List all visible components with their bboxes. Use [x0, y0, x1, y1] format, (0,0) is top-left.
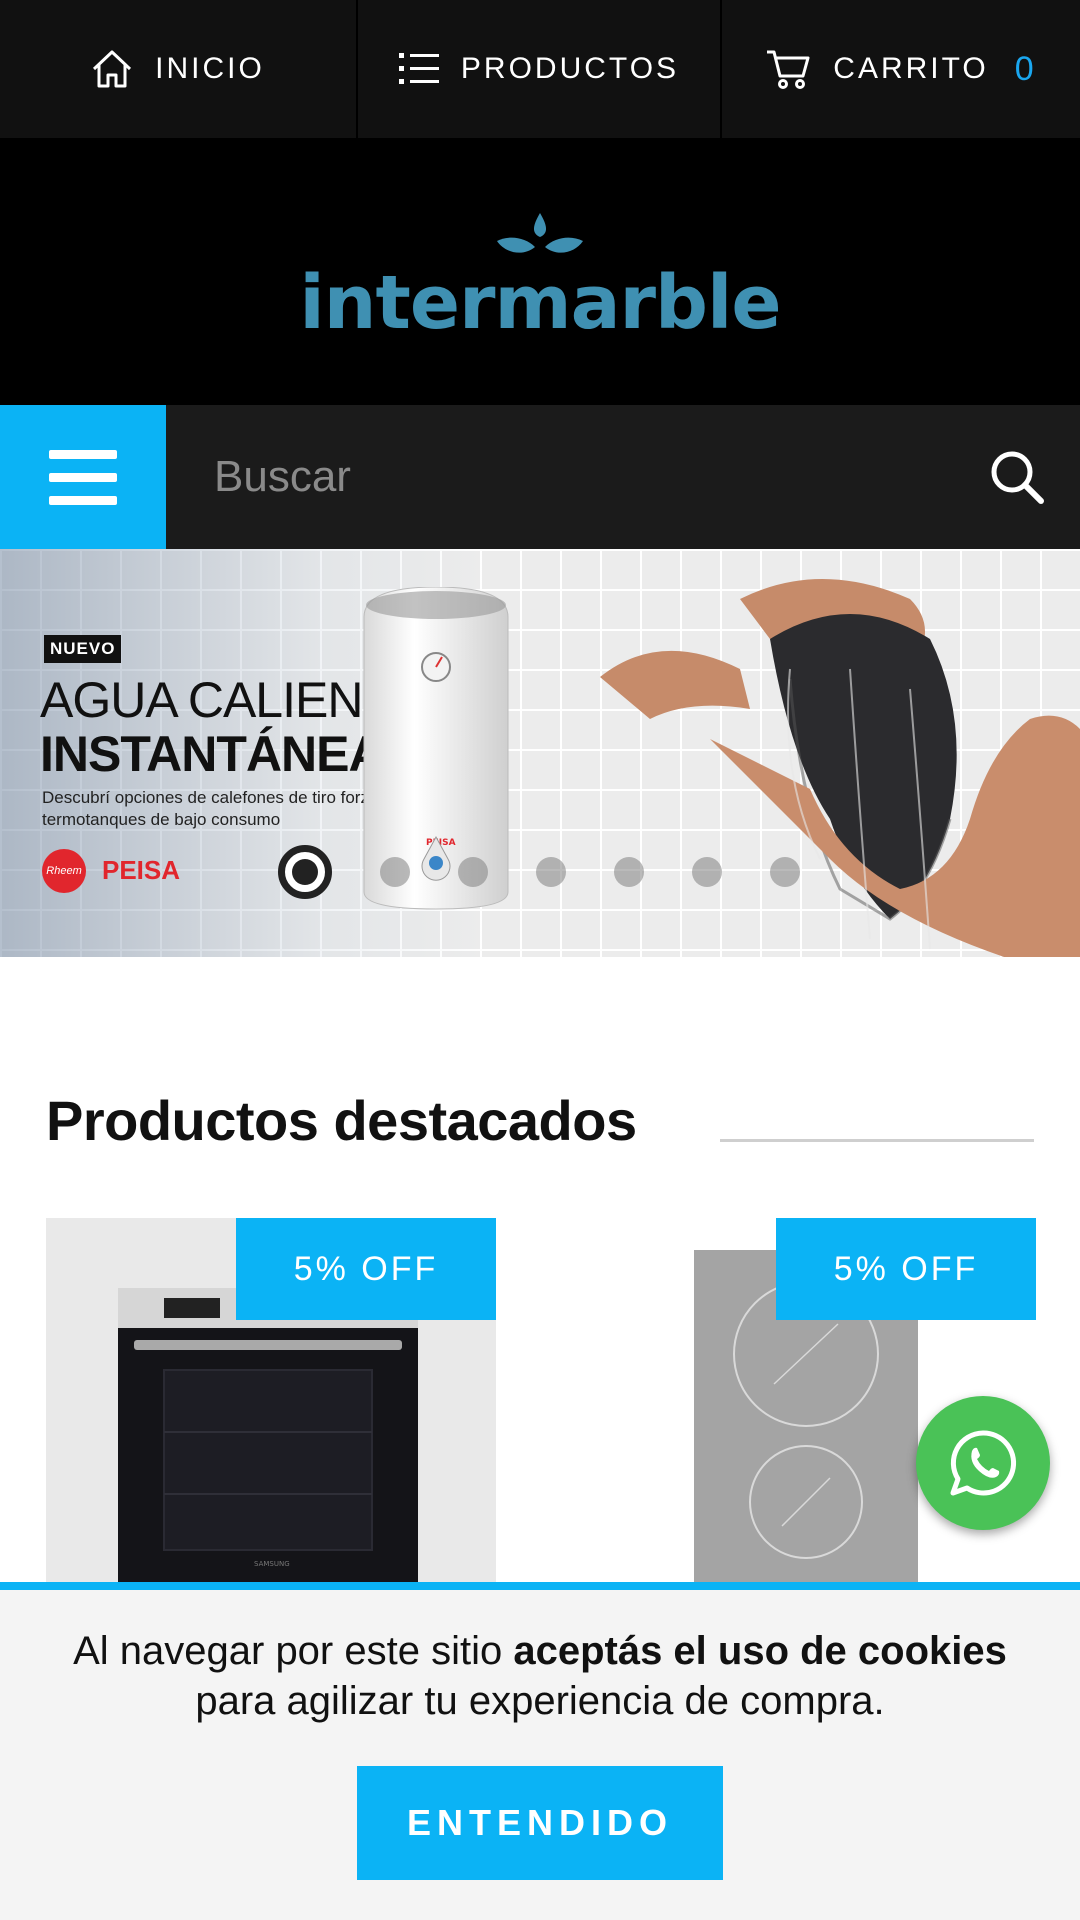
search-button[interactable]	[954, 405, 1080, 549]
nav-carrito[interactable]: CARRITO 0	[722, 0, 1080, 138]
oven-brand-label: SAMSUNG	[254, 1560, 290, 1568]
nav-productos-label: PRODUCTOS	[460, 52, 680, 85]
cookie-banner: Al navegar por este sitio aceptás el uso…	[0, 1582, 1080, 1920]
carousel-dot-2[interactable]	[380, 857, 410, 887]
rheem-logo: Rheem	[42, 849, 86, 893]
carousel-dot-3[interactable]	[458, 857, 488, 887]
menu-button[interactable]	[0, 405, 166, 549]
cookie-text-bold: aceptás el uso de cookies	[513, 1629, 1007, 1673]
list-icon	[398, 52, 439, 86]
nav-productos[interactable]: PRODUCTOS	[358, 0, 722, 138]
cookie-text-before: Al navegar por este sitio	[73, 1629, 514, 1673]
cart-icon	[765, 48, 811, 90]
search-bar	[0, 405, 1080, 549]
logo-wordmark[interactable]: intermarble	[299, 260, 781, 346]
carousel-dot-4[interactable]	[536, 857, 566, 887]
top-nav: INICIO PRODUCTOS CARRITO 0	[0, 0, 1080, 138]
cookie-message: Al navegar por este sitio aceptás el uso…	[0, 1626, 1080, 1726]
banner-heading-line2: INSTANTÁNEA	[40, 726, 385, 782]
product-card[interactable]: SAMSUNG 5% OFF	[46, 1218, 496, 1590]
carousel-dot-1[interactable]	[278, 845, 332, 899]
peisa-logo: PEISA	[102, 855, 181, 885]
section-title-featured: Productos destacados	[46, 1089, 637, 1152]
discount-badge: 5% OFF	[776, 1218, 1036, 1320]
cookie-text-after: para agilizar tu experiencia de compra.	[195, 1679, 885, 1723]
whatsapp-icon	[950, 1430, 1017, 1496]
carousel-dot-7[interactable]	[770, 857, 800, 887]
section-title-divider	[720, 1139, 1034, 1142]
cookie-accept-button[interactable]: ENTENDIDO	[357, 1766, 723, 1880]
search-input[interactable]	[166, 405, 954, 549]
cart-count-badge: 0	[1014, 49, 1037, 88]
menu-icon-bar	[49, 472, 117, 482]
nav-carrito-label: CARRITO	[833, 52, 989, 85]
whatsapp-button[interactable]	[916, 1396, 1050, 1530]
search-icon	[991, 451, 1044, 504]
logo-header: intermarble	[0, 138, 1080, 405]
carousel-dot-5[interactable]	[614, 857, 644, 887]
nav-inicio[interactable]: INICIO	[0, 0, 358, 138]
nav-inicio-label: INICIO	[155, 52, 265, 85]
banner-badge-nuevo: NUEVO	[44, 635, 122, 663]
menu-icon	[49, 449, 117, 459]
home-icon	[91, 49, 133, 89]
hero-banner[interactable]: NUEVO AGUA CALIENTE INSTANTÁNEA Descubrí…	[0, 549, 1080, 957]
logo-drops-icon	[495, 211, 585, 266]
carousel-dots	[278, 845, 800, 899]
carousel-dot-6[interactable]	[692, 857, 722, 887]
menu-icon-bar	[49, 495, 117, 505]
discount-badge: 5% OFF	[236, 1218, 496, 1320]
